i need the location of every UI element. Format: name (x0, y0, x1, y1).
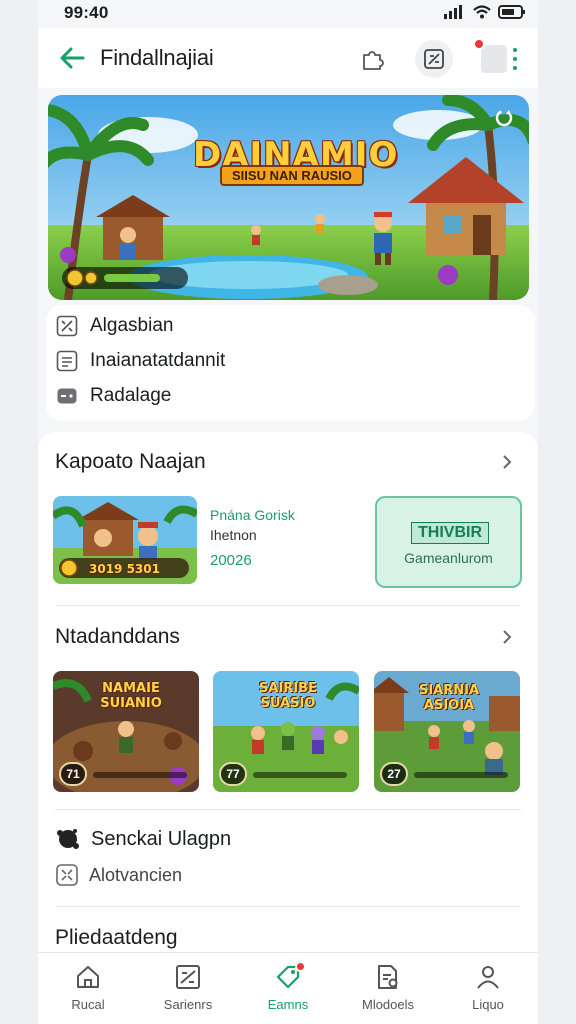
nav-item-label: Mlodoels (361, 997, 415, 1012)
wifi-icon (473, 5, 491, 19)
info-row-label: Algasbian (90, 315, 174, 336)
chevron-right-icon[interactable] (500, 455, 514, 469)
nav-item-home[interactable]: Rucal (38, 953, 138, 1024)
nav-item-stats[interactable]: Sarienrs (138, 953, 238, 1024)
section-title-featured: Kapoato Naajan (55, 450, 206, 473)
game-card-title: NAMAIE SUIANIO (100, 681, 162, 711)
back-button[interactable] (56, 42, 88, 74)
signal-icon (444, 5, 462, 19)
nav-item-games[interactable]: Eamns (238, 953, 338, 1024)
game-card-progress (93, 772, 187, 778)
divider (55, 809, 521, 810)
featured-meta-line1: Pnána Gorisk (210, 507, 295, 523)
puzzle-icon (363, 51, 384, 70)
promo-card[interactable]: THIVBIR Gameanlurom (375, 496, 522, 588)
nav-item-label: Liquo (472, 997, 504, 1012)
splash-icon (57, 829, 79, 849)
promo-title: THIVBIR (411, 522, 489, 544)
featured-game-info: Pnána Gorisk Ihetnon 20026 (210, 505, 295, 571)
file-search-icon (378, 965, 398, 989)
home-icon (77, 966, 99, 988)
info-row-label: Radalage (90, 385, 172, 406)
page-title: Findallnajiai (100, 45, 214, 70)
game-card-score: 27 (380, 762, 408, 786)
document-icon (56, 350, 78, 372)
info-card: Algasbian Inaianatatdannit Radalage (46, 305, 535, 421)
app-screen: 99:40 Findallnajiai DAINAMIO SIISU NAN R… (38, 0, 538, 1024)
arrow-left-icon (60, 47, 85, 69)
hero-banner[interactable]: DAINAMIO SIISU NAN RAUSIO (48, 95, 529, 300)
divider (55, 906, 521, 907)
divider (55, 605, 521, 606)
avatar (481, 45, 507, 73)
chevron-right-icon[interactable] (500, 630, 514, 644)
app-bar: Findallnajiai (38, 28, 538, 88)
status-bar: 99:40 (38, 0, 538, 26)
notification-badge (473, 38, 485, 50)
game-card-score: 77 (219, 762, 247, 786)
featured-meta-line2: Ihetnon (210, 527, 257, 544)
nav-item-label: Sarienrs (163, 997, 213, 1012)
more-vertical-icon (513, 48, 517, 70)
community-row[interactable]: Senckai Ulagpn (55, 826, 231, 852)
info-row[interactable]: Radalage (56, 385, 171, 407)
battery-icon (498, 5, 525, 19)
coin-icon (66, 269, 98, 287)
section-title-bottom: Pliedaatdeng (55, 926, 178, 949)
bottom-navigation: Rucal Sarienrs Eamns Mlodoels Liquo (38, 952, 538, 1024)
game-card-score: 71 (59, 762, 87, 786)
featured-thumb-label: 3019 5301 (89, 562, 160, 576)
stats-button[interactable] (415, 40, 453, 78)
refresh-icon[interactable] (493, 107, 515, 129)
community-row[interactable]: Alotvancien (55, 863, 182, 887)
community-row-label: Alotvancien (89, 864, 183, 885)
expand-icon (56, 864, 78, 886)
community-row-label: Senckai Ulagpn (91, 827, 232, 850)
info-row-label: Inaianatatdannit (90, 350, 226, 371)
nav-item-profile[interactable]: Liquo (438, 953, 538, 1024)
game-card[interactable]: SIARNIA ASIOIA 27 (374, 671, 520, 792)
hero-progress (62, 267, 188, 289)
puzzle-button[interactable] (354, 40, 392, 78)
status-time: 99:40 (64, 3, 109, 22)
game-card[interactable]: SAIRIBE SUASIO 77 (213, 671, 359, 792)
user-icon (477, 966, 499, 989)
game-card[interactable]: NAMAIE SUIANIO 71 (53, 671, 199, 792)
hero-subtitle: SIISU NAN RAUSIO (220, 165, 364, 186)
chart-edit-icon (424, 49, 444, 69)
game-card-progress (414, 772, 508, 778)
info-row[interactable]: Inaianatatdannit (56, 350, 225, 372)
hero-progress-fill (104, 274, 160, 282)
nav-item-label: Rucal (71, 997, 105, 1012)
nav-item-models[interactable]: Mlodoels (338, 953, 438, 1024)
section-title-more: Ntadanddans (55, 625, 180, 648)
game-card-progress (253, 772, 347, 778)
notification-badge (295, 961, 306, 972)
featured-game-thumbnail[interactable]: 3019 5301 (53, 496, 197, 584)
tools-icon (56, 315, 78, 337)
chart-icon (176, 965, 200, 989)
nav-item-label: Eamns (267, 997, 309, 1012)
game-card-title: SIARNIA ASIOIA (418, 683, 480, 713)
game-card-title: SAIRIBE SUASIO (259, 681, 317, 711)
featured-meta-line3: 20026 (210, 551, 252, 569)
gamepad-icon (56, 385, 78, 407)
info-row[interactable]: Algasbian (56, 315, 173, 337)
more-menu-button[interactable] (473, 38, 517, 78)
promo-subtitle: Gameanlurom (404, 550, 493, 566)
